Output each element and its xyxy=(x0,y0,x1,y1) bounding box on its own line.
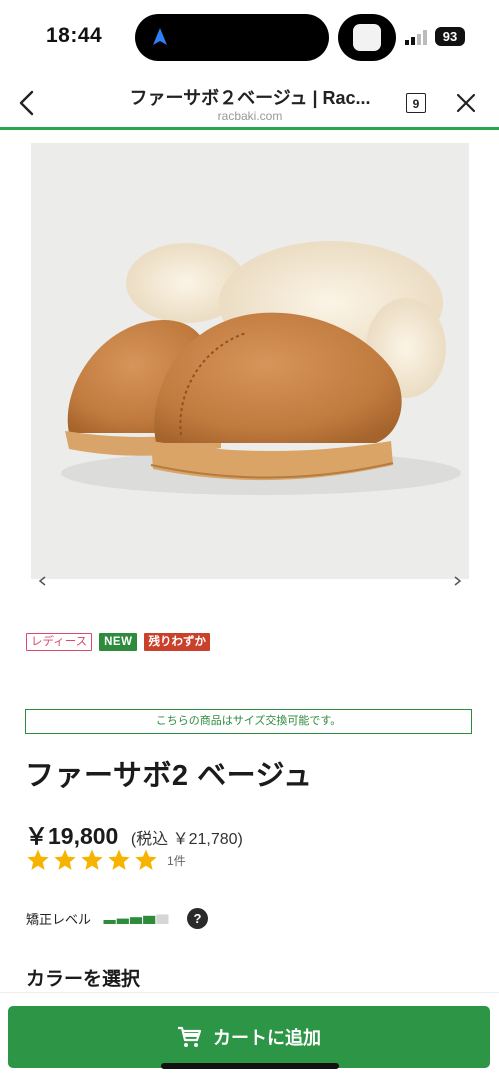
correction-level-segment xyxy=(143,915,156,924)
product-price: ￥19,800 xyxy=(25,823,119,849)
carousel-prev-icon[interactable] xyxy=(38,576,48,586)
correction-level-segment xyxy=(129,916,143,924)
review-count[interactable]: 1件 xyxy=(167,852,186,869)
page-domain: racbaki.com xyxy=(217,109,283,123)
live-activity xyxy=(338,14,396,61)
product-badges: レディース NEW 残りわずか xyxy=(26,633,210,651)
rating-stars[interactable]: 1件 xyxy=(26,848,186,872)
star-icon xyxy=(135,849,157,870)
correction-level-label: 矯正レベル xyxy=(26,912,92,927)
product-name: ファーサボ2 ベージュ xyxy=(25,760,313,792)
star-icon xyxy=(81,849,103,870)
carousel-next-icon[interactable] xyxy=(452,576,462,586)
star-icon xyxy=(108,849,130,870)
page-load-progress-fill xyxy=(0,127,499,130)
tax-included-price: (税込 ￥21,780) xyxy=(130,831,243,848)
close-icon[interactable] xyxy=(455,92,477,114)
badge-new: NEW xyxy=(99,633,138,651)
exchange-notice: こちらの商品はサイズ交換可能です。 xyxy=(25,709,472,734)
color-select-heading: カラーを選択 xyxy=(26,969,141,990)
status-time: 18:44 xyxy=(46,24,103,47)
add-to-cart-button[interactable]: カートに追加 xyxy=(8,1006,490,1068)
correction-level-segment xyxy=(116,918,129,924)
correction-level-row: 矯正レベル xyxy=(26,909,169,928)
dynamic-island xyxy=(135,14,329,61)
page-load-progress xyxy=(0,127,499,130)
correction-level-segment xyxy=(103,919,116,924)
slipper-product-image xyxy=(61,241,461,495)
correction-level-segment xyxy=(156,913,169,924)
home-indicator xyxy=(161,1063,339,1069)
add-to-cart-label: カートに追加 xyxy=(213,1028,321,1048)
signal-icon xyxy=(405,30,427,45)
status-bar: 18:44 93 xyxy=(0,0,499,78)
star-icon xyxy=(27,849,49,870)
price-row: ￥19,800 (税込 ￥21,780) xyxy=(25,817,243,851)
help-icon[interactable]: ? xyxy=(187,908,208,929)
navigation-arrow-icon xyxy=(153,28,167,45)
cart-icon xyxy=(178,1026,201,1047)
product-image[interactable] xyxy=(31,143,469,579)
page-title: ファーサボ２ベージュ | Rac... xyxy=(129,88,371,108)
browser-header: ファーサボ２ベージュ | Rac... racbaki.com 9 xyxy=(0,78,499,130)
battery-icon: 93 xyxy=(435,27,465,46)
back-arrow-icon[interactable] xyxy=(14,88,42,118)
badge-low-stock: 残りわずか xyxy=(144,633,210,651)
correction-level-meter xyxy=(103,913,169,924)
star-icon xyxy=(54,849,76,870)
app-thumbnail-icon xyxy=(353,24,381,51)
tab-count-button[interactable]: 9 xyxy=(406,93,426,113)
badge-ladies: レディース xyxy=(26,633,93,651)
